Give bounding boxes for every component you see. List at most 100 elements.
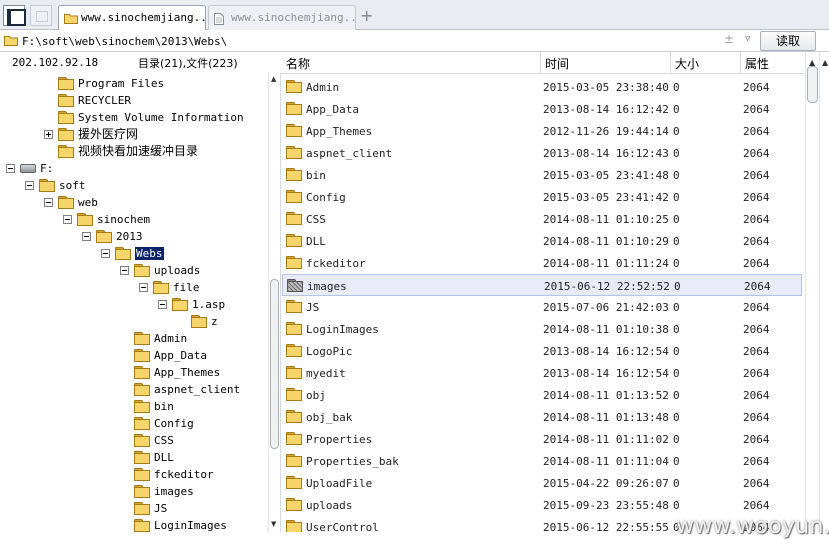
tree-node[interactable]: images (0, 483, 268, 500)
file-row[interactable]: Admin 2015-03-05 23:38:40 0 2064 (282, 76, 802, 98)
tree-node[interactable]: 1.asp (0, 296, 268, 313)
file-list: Admin 2015-03-05 23:38:40 0 2064 App_Data 201… (280, 76, 805, 532)
column-time[interactable]: 时间 (545, 55, 569, 72)
server-ip: 202.102.92.18 (12, 56, 99, 69)
tree-node[interactable]: uploads (0, 262, 268, 279)
tree-node[interactable]: fckeditor (0, 466, 268, 483)
tree-node[interactable]: aspnet_client (0, 381, 268, 398)
tab-file-manager[interactable]: www.sinochemjiang... (58, 5, 206, 30)
read-button[interactable]: 读取 (760, 31, 816, 51)
collapse-icon[interactable] (139, 283, 148, 292)
column-separator[interactable] (670, 52, 671, 74)
file-row[interactable]: App_Data 2013-08-14 16:12:42 0 2064 (282, 98, 802, 120)
file-row[interactable]: App_Themes 2012-11-26 19:44:14 0 2064 (282, 120, 802, 142)
file-row[interactable]: Properties_bak 2014-08-11 01:11:04 0 2064 (282, 450, 802, 472)
scroll-thumb[interactable] (807, 66, 818, 103)
tree-node[interactable]: soft (0, 177, 268, 194)
dropdown-arrow-icon[interactable]: ▽ (745, 34, 750, 44)
folder-icon (134, 519, 150, 532)
tree-scrollbar[interactable]: ▲ ▼ (268, 72, 280, 532)
file-time: 2013-08-14 16:12:54 (543, 367, 669, 380)
file-row[interactable]: myedit 2013-08-14 16:12:54 0 2064 (282, 362, 802, 384)
file-row[interactable]: Config 2015-03-05 23:41:42 0 2064 (282, 186, 802, 208)
file-time: 2014-08-11 01:10:38 (543, 323, 669, 336)
file-row[interactable]: DLL 2014-08-11 01:10:29 0 2064 (282, 230, 802, 252)
tree-node[interactable]: App_Themes (0, 364, 268, 381)
file-row[interactable]: fckeditor 2014-08-11 01:11:24 0 2064 (282, 252, 802, 274)
collapse-icon[interactable] (101, 249, 110, 258)
tree-node[interactable]: Webs (0, 245, 268, 262)
file-row[interactable]: aspnet_client 2013-08-14 16:12:43 0 2064 (282, 142, 802, 164)
collapse-icon[interactable] (63, 215, 72, 224)
file-row[interactable]: Properties 2014-08-11 01:11:02 0 2064 (282, 428, 802, 450)
tree-node-label: 2013 (116, 230, 143, 243)
column-attr[interactable]: 属性 (745, 55, 769, 72)
expand-icon[interactable] (44, 130, 53, 139)
tree-node[interactable]: F: (0, 160, 268, 177)
file-row[interactable]: uploads 2015-09-23 23:55:48 0 2064 (282, 494, 802, 516)
collapse-icon[interactable] (44, 198, 53, 207)
scroll-up-arrow-icon[interactable]: ▲ (822, 58, 828, 67)
tree-node[interactable]: 视频快看加速缓冲目录 (0, 143, 268, 160)
tree-node[interactable]: RECYCLER (0, 92, 268, 109)
file-row[interactable]: LogoPic 2013-08-14 16:12:54 0 2064 (282, 340, 802, 362)
tree-node[interactable]: Config (0, 415, 268, 432)
file-time: 2014-08-11 01:10:29 (543, 235, 669, 248)
file-attr: 2064 (743, 235, 770, 248)
scroll-down-arrow-icon[interactable]: ▼ (271, 520, 276, 528)
folder-icon (134, 451, 150, 464)
file-row[interactable]: obj_bak 2014-08-11 01:13:48 0 2064 (282, 406, 802, 428)
file-size: 0 (673, 345, 680, 358)
tree-node[interactable]: 2013 (0, 228, 268, 245)
collapse-icon[interactable] (120, 266, 129, 275)
file-list-scrollbar[interactable]: ▲ (805, 52, 819, 532)
collapse-icon[interactable] (158, 300, 167, 309)
plus-minus-icon[interactable]: ± (724, 32, 734, 46)
scroll-thumb[interactable] (270, 279, 279, 449)
folder-icon (153, 281, 169, 294)
tree-node[interactable]: LoginImages (0, 517, 268, 532)
file-size: 0 (673, 367, 680, 380)
folder-icon (134, 400, 150, 413)
scroll-up-arrow-icon[interactable]: ▲ (271, 75, 276, 83)
panel-toggle-button[interactable] (3, 5, 26, 26)
path-input[interactable] (22, 32, 722, 50)
folder-icon (4, 35, 18, 49)
folder-icon (286, 454, 302, 467)
tree-node[interactable]: Program Files (0, 75, 268, 92)
collapse-icon[interactable] (82, 232, 91, 241)
outer-scrollbar[interactable]: ▲ (819, 52, 829, 532)
tree-node[interactable]: CSS (0, 432, 268, 449)
file-size: 0 (673, 235, 680, 248)
file-row[interactable]: CSS 2014-08-11 01:10:25 0 2064 (282, 208, 802, 230)
file-row[interactable]: UploadFile 2015-04-22 09:26:07 0 2064 (282, 472, 802, 494)
tree-node-label: DLL (154, 451, 174, 464)
collapse-icon[interactable] (6, 164, 15, 173)
file-row[interactable]: bin 2015-03-05 23:41:48 0 2064 (282, 164, 802, 186)
new-tab-button[interactable]: + (360, 6, 373, 25)
collapse-icon[interactable] (25, 181, 34, 190)
tree-node[interactable]: Admin (0, 330, 268, 347)
tree-node[interactable]: web (0, 194, 268, 211)
tree-node[interactable]: file (0, 279, 268, 296)
column-separator[interactable] (540, 52, 541, 74)
tree-node[interactable]: System Volume Information (0, 109, 268, 126)
tab-document[interactable]: www.sinochemjiang... (208, 5, 356, 30)
tree-node[interactable]: 援外医疗网 (0, 126, 268, 143)
file-row[interactable]: JS 2015-07-06 21:42:03 0 2064 (282, 296, 802, 318)
new-window-button[interactable] (30, 5, 52, 26)
tree-node[interactable]: bin (0, 398, 268, 415)
column-name[interactable]: 名称 (286, 55, 310, 72)
file-row[interactable]: LoginImages 2014-08-11 01:10:38 0 2064 (282, 318, 802, 340)
tree-node[interactable]: z (0, 313, 268, 330)
tree-node[interactable]: App_Data (0, 347, 268, 364)
column-size[interactable]: 大小 (675, 55, 699, 72)
file-time: 2014-08-11 01:13:48 (543, 411, 669, 424)
file-row[interactable]: images 2015-06-12 22:52:52 0 2064 (282, 274, 802, 296)
file-size: 0 (673, 389, 680, 402)
column-separator[interactable] (740, 52, 741, 74)
tree-node[interactable]: JS (0, 500, 268, 517)
file-row[interactable]: obj 2014-08-11 01:13:52 0 2064 (282, 384, 802, 406)
tree-node[interactable]: DLL (0, 449, 268, 466)
tree-node[interactable]: sinochem (0, 211, 268, 228)
